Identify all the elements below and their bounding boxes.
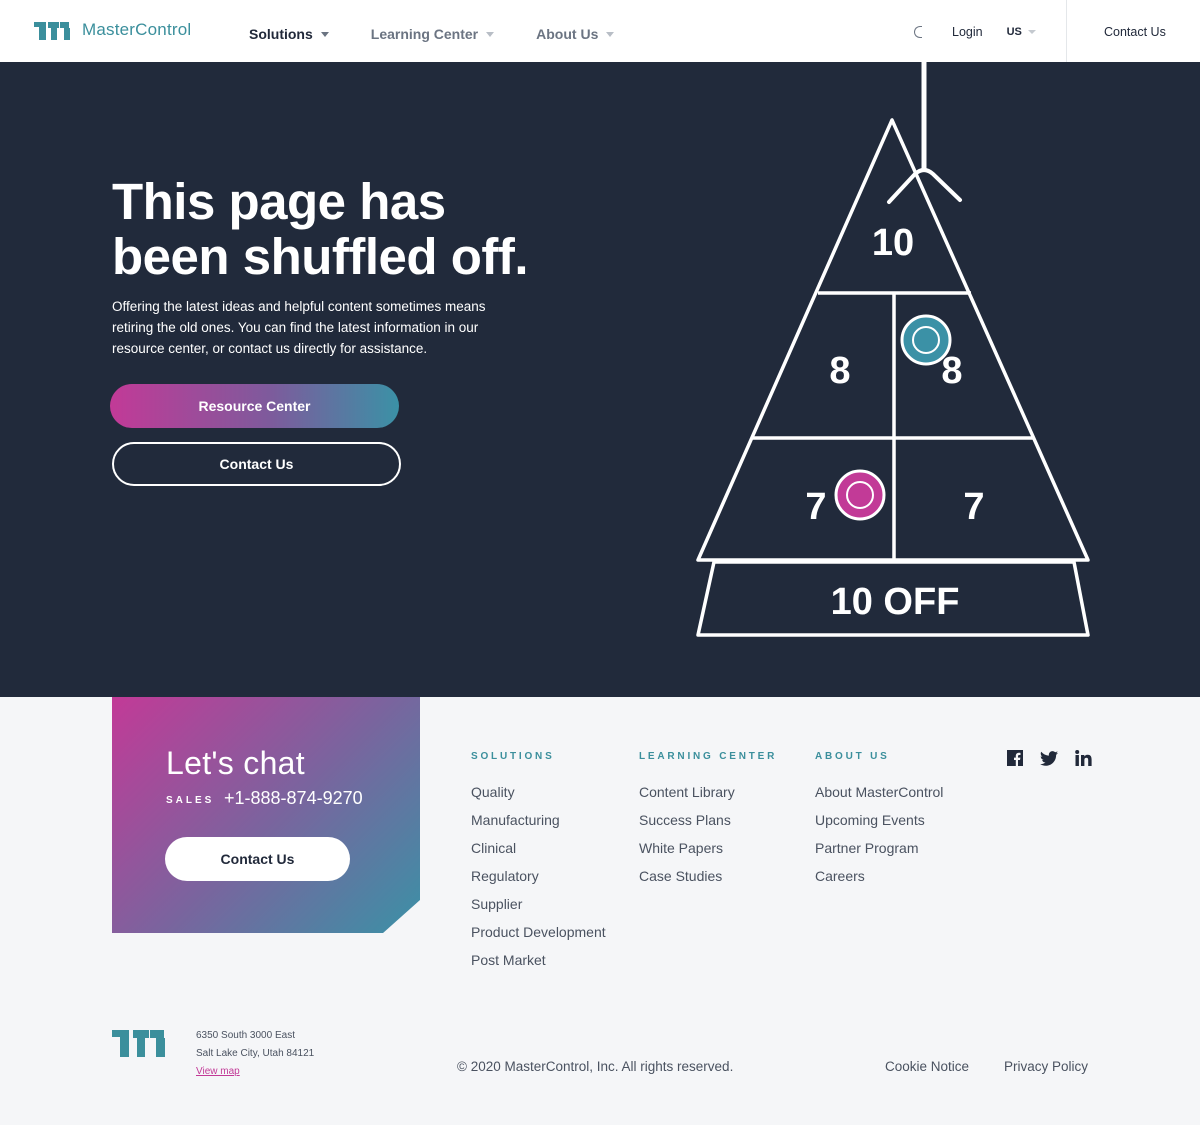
locale-selector[interactable]: US xyxy=(1007,26,1036,38)
magenta-puck xyxy=(834,469,886,521)
header-contact-link[interactable]: Contact Us xyxy=(1104,25,1166,39)
footer-link-quality[interactable]: Quality xyxy=(471,782,606,810)
nav-learning-center-label: Learning Center xyxy=(370,26,479,42)
address-line-2: Salt Lake City, Utah 84121 xyxy=(196,1048,315,1059)
footer-link-product-development[interactable]: Product Development xyxy=(471,922,606,950)
hero-section: This page has been shuffled off. Offerin… xyxy=(0,62,1200,697)
page-title: This page has been shuffled off. xyxy=(112,173,528,285)
hero-description: Offering the latest ideas and helpful co… xyxy=(112,299,486,356)
chevron-down-icon xyxy=(1027,30,1036,34)
address-line-1: 6350 South 3000 East xyxy=(196,1030,295,1041)
copyright-text: © 2020 MasterControl, Inc. All rights re… xyxy=(457,1059,734,1074)
linkedin-icon[interactable] xyxy=(1074,749,1092,767)
sales-label: SALES xyxy=(166,795,215,806)
brand-name: MasterControl xyxy=(82,20,192,39)
chat-title: Let's chat xyxy=(166,745,305,781)
footer-link-case-studies[interactable]: Case Studies xyxy=(639,866,777,894)
footer-heading: LEARNING CENTER xyxy=(639,751,778,762)
footer-link-upcoming-events[interactable]: Upcoming Events xyxy=(815,810,943,838)
privacy-policy-link[interactable]: Privacy Policy xyxy=(1004,1059,1088,1074)
footer-link-supplier[interactable]: Supplier xyxy=(471,894,606,922)
footer-heading: ABOUT US xyxy=(815,751,890,762)
twitter-icon[interactable] xyxy=(1040,749,1058,767)
nav-solutions-label: Solutions xyxy=(249,26,313,42)
footer-link-content-library[interactable]: Content Library xyxy=(639,782,777,810)
resource-center-button[interactable]: Resource Center xyxy=(110,384,399,428)
footer-link-partner-program[interactable]: Partner Program xyxy=(815,838,943,866)
facebook-icon[interactable] xyxy=(1006,749,1024,767)
footer-link-about-mastercontrol[interactable]: About MasterControl xyxy=(815,782,943,810)
footer-link-success-plans[interactable]: Success Plans xyxy=(639,810,777,838)
chevron-down-icon xyxy=(606,31,615,37)
footer-link-post-market[interactable]: Post Market xyxy=(471,950,606,978)
footer-solutions: SOLUTIONS Quality Manufacturing Clinical… xyxy=(471,751,606,978)
chevron-down-icon xyxy=(320,31,329,37)
login-link[interactable]: Login xyxy=(952,25,983,39)
footer-link-careers[interactable]: Careers xyxy=(815,866,943,894)
header-divider xyxy=(1066,0,1067,62)
score-bottom: 10 OFF xyxy=(831,581,960,623)
footer-link-manufacturing[interactable]: Manufacturing xyxy=(471,810,606,838)
score-left-lower: 7 xyxy=(805,486,826,528)
score-right-lower: 7 xyxy=(963,486,984,528)
dark-mode-icon[interactable] xyxy=(914,26,922,38)
brand-logo[interactable]: MasterControl xyxy=(34,20,191,40)
nav-learning-center[interactable]: Learning Center xyxy=(370,26,495,42)
footer-link-regulatory[interactable]: Regulatory xyxy=(471,866,606,894)
footer-link-white-papers[interactable]: White Papers xyxy=(639,838,777,866)
main-nav: Solutions Learning Center About Us xyxy=(249,26,656,42)
view-map-link[interactable]: View map xyxy=(196,1066,240,1077)
mastercontrol-logo-icon[interactable] xyxy=(112,1030,170,1057)
footer-link-clinical[interactable]: Clinical xyxy=(471,838,606,866)
site-header: MasterControl Solutions Learning Center … xyxy=(0,0,1200,62)
cookie-notice-link[interactable]: Cookie Notice xyxy=(885,1059,969,1074)
contact-us-button[interactable]: Contact Us xyxy=(112,442,401,486)
footer-heading: SOLUTIONS xyxy=(471,751,555,762)
nav-about-us-label: About Us xyxy=(536,26,599,42)
score-left-middle: 8 xyxy=(829,350,850,392)
header-tools: Login US xyxy=(914,25,1036,39)
locale-label: US xyxy=(1006,26,1022,38)
chevron-down-icon xyxy=(486,31,495,37)
chat-card: Let's chat SALES +1-888-874-9270 Contact… xyxy=(112,697,420,933)
company-address: 6350 South 3000 East Salt Lake City, Uta… xyxy=(196,1027,314,1063)
footer-about-us: ABOUT US About MasterControl Upcoming Ev… xyxy=(815,751,943,894)
social-links xyxy=(1006,749,1092,767)
mastercontrol-logo-icon xyxy=(34,22,70,40)
shuffleboard-illustration: 10 8 8 7 7 10 OFF xyxy=(696,62,1090,637)
teal-puck xyxy=(900,314,952,366)
sales-phone[interactable]: +1-888-874-9270 xyxy=(224,788,363,809)
nav-about-us[interactable]: About Us xyxy=(536,26,615,42)
score-top: 10 xyxy=(872,222,914,264)
footer-learning-center: LEARNING CENTER Content Library Success … xyxy=(639,751,777,894)
chat-contact-button[interactable]: Contact Us xyxy=(165,837,350,881)
nav-solutions[interactable]: Solutions xyxy=(249,26,329,42)
